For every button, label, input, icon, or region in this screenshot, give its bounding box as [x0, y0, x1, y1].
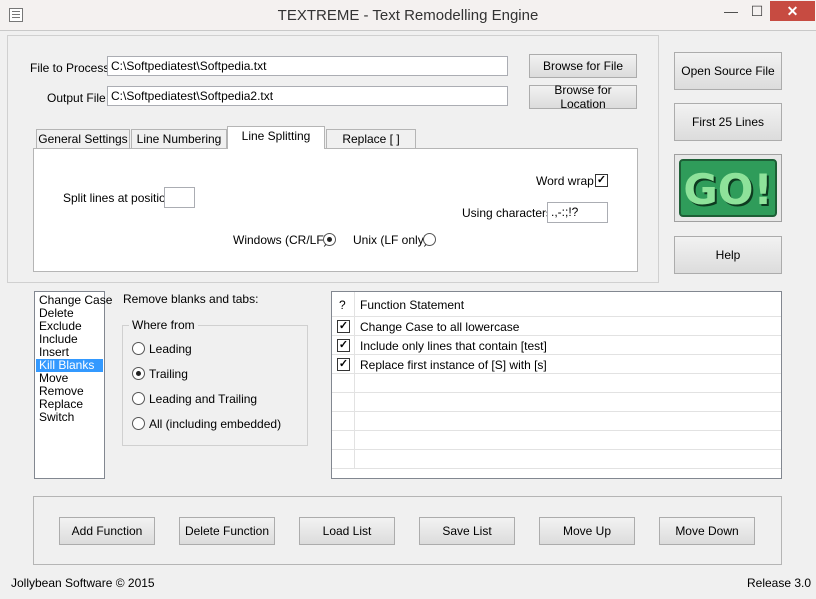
first-25-lines-button[interactable]: First 25 Lines	[674, 103, 782, 141]
table-row[interactable]: ✓ Include only lines that contain [test]	[332, 336, 781, 355]
browse-file-button[interactable]: Browse for File	[529, 54, 637, 78]
function-statement-text: Change Case to all lowercase	[360, 320, 520, 334]
tab-line-splitting[interactable]: Line Splitting	[227, 126, 325, 149]
where-from-radio[interactable]	[132, 417, 145, 430]
split-position-label: Split lines at position	[63, 191, 173, 205]
column-divider	[354, 412, 355, 431]
where-from-option-label: All (including embedded)	[149, 417, 282, 431]
using-characters-label: Using characters	[462, 206, 553, 220]
column-divider	[354, 450, 355, 469]
close-button[interactable]: ✕	[770, 1, 815, 21]
where-from-option[interactable]: Leading and Trailing	[132, 392, 302, 417]
table-row	[332, 431, 781, 450]
copyright-text: Jollybean Software © 2015	[11, 576, 155, 590]
check-column-header: ?	[339, 298, 346, 312]
minimize-button[interactable]: —	[718, 1, 744, 21]
table-row	[332, 374, 781, 393]
table-header: ? Function Statement	[332, 292, 781, 317]
window-title: TEXTREME - Text Remodelling Engine	[277, 7, 539, 24]
add-function-button[interactable]: Add Function	[59, 517, 155, 545]
save-list-button[interactable]: Save List	[419, 517, 515, 545]
where-from-label: Where from	[129, 318, 198, 332]
word-wrap-label: Word wrap	[536, 174, 594, 188]
statement-column-header: Function Statement	[360, 298, 465, 312]
go-label: GO!	[683, 165, 773, 214]
help-button[interactable]: Help	[674, 236, 782, 274]
function-statement-text: Replace first instance of [S] with [s]	[360, 358, 547, 372]
where-from-radio[interactable]	[132, 367, 145, 380]
table-row	[332, 450, 781, 469]
column-divider	[354, 374, 355, 393]
table-body: ✓ Change Case to all lowercase ✓ Include on…	[332, 317, 781, 479]
go-button[interactable]: GO!	[674, 154, 782, 222]
table-row	[332, 412, 781, 431]
move-down-button[interactable]: Move Down	[659, 517, 755, 545]
where-from-options: Leading Trailing Leading and Trailing All (…	[132, 342, 302, 442]
where-from-option[interactable]: All (including embedded)	[132, 417, 302, 442]
windows-crlf-radio[interactable]	[323, 233, 336, 246]
table-row[interactable]: ✓ Replace first instance of [S] with [s]	[332, 355, 781, 374]
where-from-option-label: Leading	[149, 342, 192, 356]
windows-crlf-label: Windows (CR/LF)	[233, 233, 328, 247]
remove-blanks-heading: Remove blanks and tabs:	[123, 292, 259, 306]
tab-replace[interactable]: Replace [ ]	[326, 129, 416, 149]
unix-lf-radio[interactable]	[423, 233, 436, 246]
browse-location-button[interactable]: Browse for Location	[529, 83, 637, 111]
tab-general-settings[interactable]: General Settings	[36, 129, 130, 149]
row-enabled-checkbox[interactable]: ✓	[337, 358, 350, 371]
word-wrap-checkbox[interactable]: ✓	[595, 174, 608, 187]
functions-list-item[interactable]: Switch	[36, 411, 103, 424]
row-enabled-checkbox[interactable]: ✓	[337, 339, 350, 352]
load-list-button[interactable]: Load List	[299, 517, 395, 545]
unix-lf-label: Unix (LF only)	[353, 233, 428, 247]
column-divider	[354, 336, 355, 355]
where-from-option[interactable]: Trailing	[132, 367, 302, 392]
row-enabled-checkbox[interactable]: ✓	[337, 320, 350, 333]
maximize-button[interactable]: ☐	[744, 1, 770, 21]
function-statement-table[interactable]: ? Function Statement ✓ Change Case to all…	[331, 291, 782, 479]
using-characters-input[interactable]: .,-:;!?	[547, 202, 608, 223]
open-source-file-button[interactable]: Open Source File	[674, 52, 782, 90]
column-divider	[354, 393, 355, 412]
tab-line-numbering[interactable]: Line Numbering	[131, 129, 227, 149]
where-from-radio[interactable]	[132, 342, 145, 355]
delete-function-button[interactable]: Delete Function	[179, 517, 275, 545]
functions-listbox[interactable]: Change Case Delete Exclude Include Insert Kil…	[34, 291, 112, 479]
file-to-process-input[interactable]: C:\Softpediatest\Softpedia.txt	[107, 56, 508, 76]
file-to-process-label: File to Process	[30, 61, 110, 75]
column-divider	[354, 317, 355, 336]
where-from-option-label: Leading and Trailing	[149, 392, 258, 406]
function-statement-text: Include only lines that contain [test]	[360, 339, 547, 353]
functions-list: Change Case Delete Exclude Include Insert Kil…	[36, 294, 112, 424]
output-file-input[interactable]: C:\Softpediatest\Softpedia2.txt	[107, 86, 508, 106]
release-text: Release 3.0	[747, 576, 812, 590]
column-divider	[354, 292, 355, 317]
where-from-option[interactable]: Leading	[132, 342, 302, 367]
output-file-label: Output File	[47, 91, 106, 105]
column-divider	[354, 355, 355, 374]
where-from-radio[interactable]	[132, 392, 145, 405]
split-position-input[interactable]	[164, 187, 195, 208]
where-from-option-label: Trailing	[149, 367, 188, 381]
table-row	[332, 393, 781, 412]
move-up-button[interactable]: Move Up	[539, 517, 635, 545]
column-divider	[354, 431, 355, 450]
table-row[interactable]: ✓ Change Case to all lowercase	[332, 317, 781, 336]
